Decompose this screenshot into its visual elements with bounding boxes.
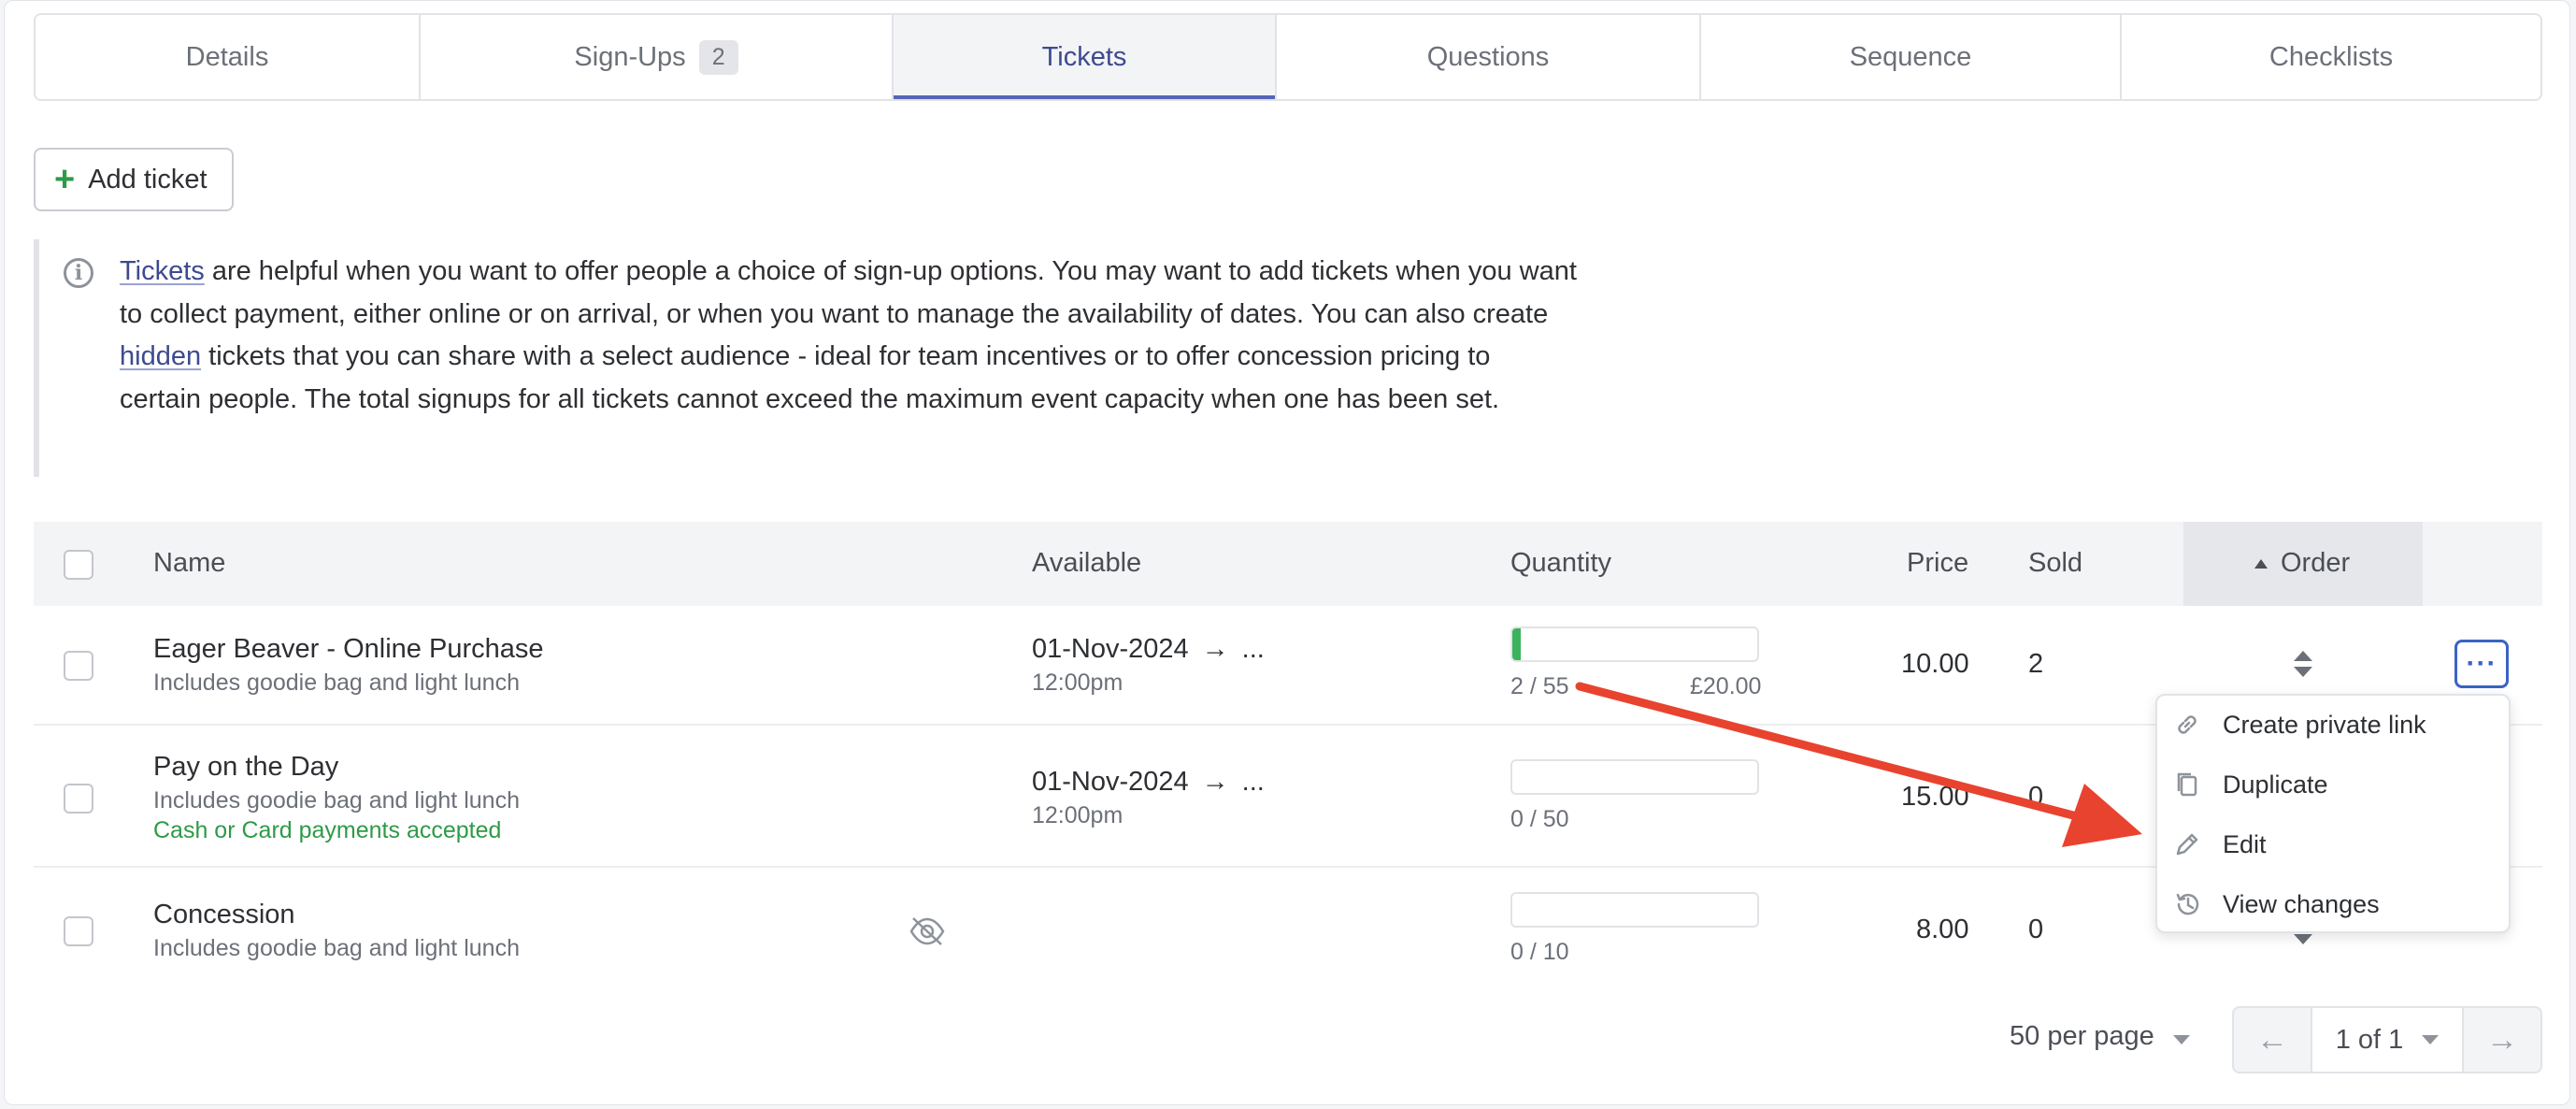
page-select[interactable]: 1 of 1 [2311,1008,2464,1072]
column-header-name[interactable]: Name [153,548,225,579]
tab-label: Tickets [1041,41,1127,72]
tab-bar: Details Sign-Ups 2 Tickets Questions Sequ… [34,13,2542,101]
tab-questions[interactable]: Questions [1277,15,1701,99]
info-text: Tickets are helpful when you want to off… [120,251,1578,421]
hidden-help-link[interactable]: hidden [120,341,201,371]
info-icon: i [64,258,93,288]
ticket-name[interactable]: Eager Beaver - Online Purchase [153,634,544,665]
quantity-label: 2 / 55 [1510,673,1569,699]
column-header-sold[interactable]: Sold [2028,548,2082,579]
order-header-label: Order [2281,548,2351,578]
row-checkbox[interactable] [64,651,93,681]
eye-slash-icon [909,917,945,945]
tab-sign-ups[interactable]: Sign-Ups 2 [421,15,894,99]
prev-page-button[interactable]: ← [2234,1008,2311,1072]
ticket-payment-note: Cash or Card payments accepted [153,817,502,843]
menu-item-label: Duplicate [2223,770,2328,799]
ticket-price: 10.00 [1901,649,1969,679]
start-date: 01-Nov-2024 [1032,634,1189,664]
ticket-description: Includes goodie bag and light lunch [153,670,520,696]
table-header: Name Available Quantity Price Sold Order [34,522,2542,606]
next-page-button[interactable]: → [2464,1008,2540,1072]
menu-item-create-private-link[interactable]: Create private link [2157,696,2509,754]
menu-item-duplicate[interactable]: Duplicate [2157,756,2509,814]
tab-checklists[interactable]: Checklists [2122,15,2540,99]
quantity-label: 0 / 50 [1510,806,1569,832]
column-header-quantity[interactable]: Quantity [1510,548,1611,579]
ticket-sold: 0 [2028,915,2044,944]
available-date-range: 01-Nov-2024 →... [1032,767,1265,798]
menu-item-view-changes[interactable]: View changes [2157,875,2509,933]
tab-label: Sign-Ups [574,41,686,72]
quantity-progress-bar [1510,892,1759,928]
quantity-progress-fill [1512,628,1522,660]
tab-label: Checklists [2268,41,2394,72]
column-header-order[interactable]: Order [2254,548,2350,579]
reorder-handle-icon[interactable] [2294,651,2312,677]
ticket-description: Includes goodie bag and light lunch [153,935,520,961]
info-callout-bar [34,239,39,477]
ticket-price: 8.00 [1916,915,1969,944]
quantity-revenue: £20.00 [1690,673,1762,699]
info-text-part: are helpful when you want to offer peopl… [120,256,1577,329]
ticket-name[interactable]: Pay on the Day [153,752,338,783]
tab-label: Sequence [1849,41,1972,72]
pencil-icon [2176,833,2198,856]
start-time: 12:00pm [1032,802,1123,828]
row-actions-dropdown: Create private link Duplicate Edit View … [2155,694,2511,933]
row-actions-menu-button[interactable]: ··· [2454,640,2509,688]
end-date: ... [1241,767,1265,797]
per-page-label: 50 per page [2010,1021,2154,1051]
quantity-progress-bar [1510,627,1759,662]
menu-item-label: Edit [2223,829,2267,858]
quantity-label: 0 / 10 [1510,939,1569,965]
select-all-checkbox[interactable] [64,550,93,580]
menu-item-label: Create private link [2223,710,2426,739]
ticket-name[interactable]: Concession [153,900,295,930]
history-icon [2176,893,2199,915]
row-checkbox[interactable] [64,784,93,814]
plus-icon: + [54,160,76,199]
copy-icon [2177,772,2197,797]
ticket-sold: 2 [2028,649,2044,679]
page-indicator: 1 of 1 [2335,1024,2404,1055]
chevron-down-icon [2422,1035,2440,1044]
quantity-progress-bar [1510,759,1759,795]
add-ticket-label: Add ticket [88,164,208,194]
start-date: 01-Nov-2024 [1032,767,1189,797]
tab-label: Details [185,41,269,72]
sort-ascending-icon [2254,558,2268,569]
column-header-price[interactable]: Price [1907,548,1968,579]
tab-sequence[interactable]: Sequence [1701,15,2122,99]
tab-details[interactable]: Details [36,15,421,99]
link-icon [2178,715,2197,734]
available-date-range: 01-Nov-2024 →... [1032,634,1265,665]
row-checkbox[interactable] [64,916,93,946]
menu-item-edit[interactable]: Edit [2157,815,2509,873]
menu-item-label: View changes [2223,889,2380,918]
ticket-price: 15.00 [1901,782,1969,812]
tab-tickets[interactable]: Tickets [894,15,1277,99]
date-range-arrow-icon: → [1201,767,1229,797]
date-range-arrow-icon: → [1201,634,1229,664]
per-page-select[interactable]: 50 per page [2010,1021,2190,1052]
pagination: ← 1 of 1 → [2232,1006,2542,1073]
add-ticket-button[interactable]: + Add ticket [34,148,234,211]
ticket-sold: 0 [2028,782,2044,812]
tab-label: Questions [1426,41,1550,72]
column-header-available[interactable]: Available [1032,548,1141,579]
info-text-part: tickets that you can share with a select… [120,341,1500,414]
sign-ups-count-badge: 2 [698,39,738,75]
end-date: ... [1241,634,1265,664]
chevron-down-icon [2172,1035,2190,1044]
start-time: 12:00pm [1032,670,1123,696]
ticket-description: Includes goodie bag and light lunch [153,787,520,814]
tickets-help-link[interactable]: Tickets [120,256,205,286]
